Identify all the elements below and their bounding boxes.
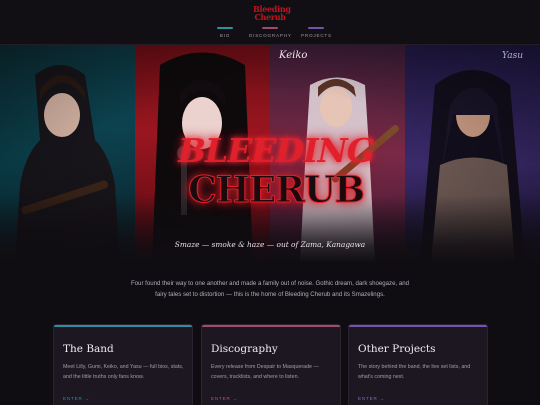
card-title: Discography (211, 343, 278, 355)
name-tag-yasu: Yasu (502, 51, 524, 61)
card-description: The story behind the band, the live set … (358, 364, 471, 380)
top-nav: Bleeding Cherub BIO DISCOGRAPHY PROJECTS (0, 0, 540, 45)
card-accent-bar (349, 325, 487, 327)
card-the-band[interactable]: The Band Meet Lilly, Gumi, Keiko, and Ya… (53, 324, 193, 405)
card-description: Every release from Despair to Masquerade… (211, 364, 319, 380)
band-logo[interactable]: Bleeding Cherub (253, 5, 291, 22)
intro-paragraph: Four found their way to one another and … (130, 280, 410, 298)
nav-item-discography[interactable]: DISCOGRAPHY (249, 27, 291, 41)
name-tag-keiko: Keiko (279, 50, 308, 61)
hero-tagline: Smaze — smoke & haze — out of Zama, Kana… (174, 240, 366, 249)
nav-accent-bar (262, 27, 278, 29)
nav-item-bio[interactable]: BIO (214, 27, 236, 41)
card-enter-link[interactable]: ENTER → (63, 396, 90, 401)
card-enter-link[interactable]: ENTER → (358, 396, 385, 401)
hero-title-line-2: CHERUB (188, 169, 366, 212)
nav-accent-bar (308, 27, 324, 29)
card-discography[interactable]: Discography Every release from Despair t… (201, 324, 341, 405)
hero-banner: Keiko Yasu BLEEDING CHERUB (0, 45, 540, 263)
nav-label: BIO (219, 33, 231, 38)
card-enter-link[interactable]: ENTER → (211, 396, 238, 401)
card-title: The Band (63, 343, 114, 355)
hero-title-line-1: BLEEDING (178, 131, 375, 170)
nav-label: DISCOGRAPHY (249, 33, 292, 38)
nav-accent-bar (217, 27, 233, 29)
nav-item-projects[interactable]: PROJECTS (301, 27, 331, 41)
nav-label: PROJECTS (301, 33, 332, 38)
card-description: Meet Lilly, Gumi, Keiko, and Yasu — full… (63, 364, 184, 380)
card-title: Other Projects (358, 343, 436, 355)
card-accent-bar (202, 325, 340, 327)
card-other-projects[interactable]: Other Projects The story behind the band… (348, 324, 488, 405)
card-accent-bar (54, 325, 192, 327)
logo-line-2: Cherub (254, 12, 286, 22)
